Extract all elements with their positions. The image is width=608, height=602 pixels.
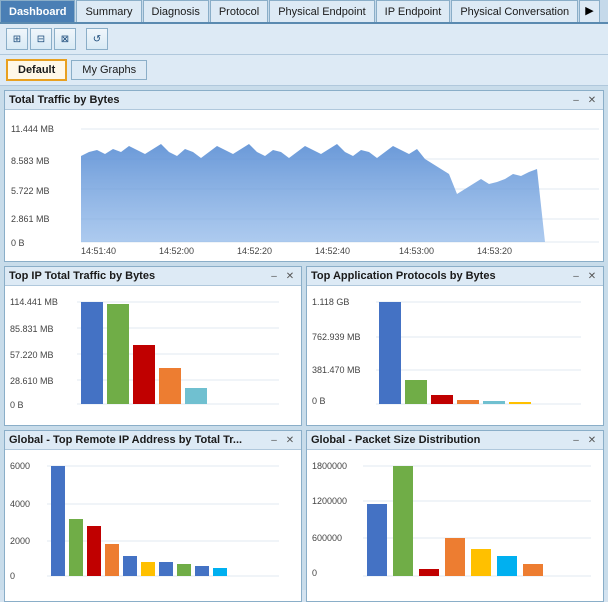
top-ip-controls: – ✕ (267, 269, 297, 283)
global-packet-minimize[interactable]: – (569, 433, 583, 447)
total-traffic-header: Total Traffic by Bytes – ✕ (5, 91, 603, 110)
main-content: Total Traffic by Bytes – ✕ 11.444 MB 8.5… (0, 86, 608, 590)
middle-row: Top IP Total Traffic by Bytes – ✕ 114.44… (4, 266, 604, 426)
tab-protocol[interactable]: Protocol (210, 0, 268, 22)
svg-text:14:53:00: 14:53:00 (399, 246, 434, 254)
top-app-title: Top Application Protocols by Bytes (311, 270, 496, 282)
svg-text:4000: 4000 (10, 499, 30, 509)
top-ip-chart: 114.441 MB 85.831 MB 57.220 MB 28.610 MB… (9, 290, 297, 420)
tab-bar: Dashboard Summary Diagnosis Protocol Phy… (0, 0, 608, 24)
top-app-minimize[interactable]: – (569, 269, 583, 283)
svg-text:6000: 6000 (10, 461, 30, 471)
svg-text:14:52:00: 14:52:00 (159, 246, 194, 254)
global-remote-header: Global - Top Remote IP Address by Total … (5, 431, 301, 450)
total-traffic-title: Total Traffic by Bytes (9, 94, 119, 106)
total-traffic-minimize[interactable]: – (569, 93, 583, 107)
svg-text:14:51:40: 14:51:40 (81, 246, 116, 254)
global-remote-close[interactable]: ✕ (283, 433, 297, 447)
svg-text:14:53:20: 14:53:20 (477, 246, 512, 254)
top-ip-minimize[interactable]: – (267, 269, 281, 283)
subtab-bar: Default My Graphs (0, 55, 608, 86)
svg-text:2.861 MB: 2.861 MB (11, 214, 50, 224)
global-remote-body: 6000 4000 2000 0 (5, 450, 301, 601)
global-remote-minimize[interactable]: – (267, 433, 281, 447)
global-packet-title: Global - Packet Size Distribution (311, 434, 480, 446)
top-ip-close[interactable]: ✕ (283, 269, 297, 283)
total-traffic-body: 11.444 MB 8.583 MB 5.722 MB 2.861 MB 0 B (5, 110, 603, 261)
svg-text:1.118 GB: 1.118 GB (312, 297, 349, 307)
top-app-panel: Top Application Protocols by Bytes – ✕ 1… (306, 266, 604, 426)
global-remote-panel: Global - Top Remote IP Address by Total … (4, 430, 302, 602)
top-app-header: Top Application Protocols by Bytes – ✕ (307, 267, 603, 286)
tab-more-button[interactable]: ▶ (579, 0, 599, 22)
svg-text:0: 0 (10, 571, 15, 581)
bottom-row: Global - Top Remote IP Address by Total … (4, 430, 604, 602)
top-app-chart: 1.118 GB 762.939 MB 381.470 MB 0 B (311, 290, 599, 420)
top-ip-panel: Top IP Total Traffic by Bytes – ✕ 114.44… (4, 266, 302, 426)
svg-text:11.444 MB: 11.444 MB (11, 124, 54, 134)
top-ip-body: 114.441 MB 85.831 MB 57.220 MB 28.610 MB… (5, 286, 301, 427)
global-remote-controls: – ✕ (267, 433, 297, 447)
top-app-close[interactable]: ✕ (585, 269, 599, 283)
tab-summary[interactable]: Summary (76, 0, 141, 22)
toolbar-btn-1[interactable]: ⊞ (6, 28, 28, 50)
svg-text:14:52:40: 14:52:40 (315, 246, 350, 254)
svg-text:28.610 MB: 28.610 MB (10, 376, 54, 386)
top-app-body: 1.118 GB 762.939 MB 381.470 MB 0 B (307, 286, 603, 427)
svg-text:114.441 MB: 114.441 MB (10, 297, 58, 307)
svg-text:762.939 MB: 762.939 MB (312, 332, 361, 342)
tab-physical-conversation[interactable]: Physical Conversation (451, 0, 578, 22)
svg-text:0 B: 0 B (10, 400, 24, 410)
global-packet-header: Global - Packet Size Distribution – ✕ (307, 431, 603, 450)
total-traffic-chart: 11.444 MB 8.583 MB 5.722 MB 2.861 MB 0 B (9, 114, 599, 254)
tab-dashboard[interactable]: Dashboard (0, 0, 75, 22)
toolbar: ⊞ ⊟ ⊠ ↺ (0, 24, 608, 55)
svg-text:381.470 MB: 381.470 MB (312, 365, 361, 375)
toolbar-refresh-button[interactable]: ↺ (86, 28, 108, 50)
tab-physical-endpoint[interactable]: Physical Endpoint (269, 0, 374, 22)
global-packet-controls: – ✕ (569, 433, 599, 447)
global-packet-chart: 1800000 1200000 600000 0 (311, 454, 599, 594)
subtab-default[interactable]: Default (6, 59, 67, 81)
top-ip-title: Top IP Total Traffic by Bytes (9, 270, 155, 282)
global-packet-close[interactable]: ✕ (585, 433, 599, 447)
svg-text:0 B: 0 B (11, 238, 25, 248)
svg-text:8.583 MB: 8.583 MB (11, 156, 50, 166)
toolbar-btn-2[interactable]: ⊟ (30, 28, 52, 50)
top-ip-header: Top IP Total Traffic by Bytes – ✕ (5, 267, 301, 286)
subtab-my-graphs[interactable]: My Graphs (71, 60, 147, 80)
toolbar-btn-3[interactable]: ⊠ (54, 28, 76, 50)
global-remote-title: Global - Top Remote IP Address by Total … (9, 434, 242, 446)
top-app-controls: – ✕ (569, 269, 599, 283)
svg-text:1800000: 1800000 (312, 461, 347, 471)
global-packet-body: 1800000 1200000 600000 0 (307, 450, 603, 601)
svg-text:85.831 MB: 85.831 MB (10, 324, 54, 334)
svg-text:0 B: 0 B (312, 396, 326, 406)
svg-text:1200000: 1200000 (312, 496, 347, 506)
svg-text:5.722 MB: 5.722 MB (11, 186, 50, 196)
svg-text:2000: 2000 (10, 536, 30, 546)
total-traffic-close[interactable]: ✕ (585, 93, 599, 107)
svg-text:14:52:20: 14:52:20 (237, 246, 272, 254)
global-remote-chart: 6000 4000 2000 0 (9, 454, 297, 594)
tab-diagnosis[interactable]: Diagnosis (143, 0, 209, 22)
svg-text:600000: 600000 (312, 533, 342, 543)
total-traffic-controls: – ✕ (569, 93, 599, 107)
svg-text:57.220 MB: 57.220 MB (10, 350, 54, 360)
global-packet-panel: Global - Packet Size Distribution – ✕ 18… (306, 430, 604, 602)
total-traffic-panel: Total Traffic by Bytes – ✕ 11.444 MB 8.5… (4, 90, 604, 262)
tab-ip-endpoint[interactable]: IP Endpoint (376, 0, 451, 22)
svg-text:0: 0 (312, 568, 317, 578)
